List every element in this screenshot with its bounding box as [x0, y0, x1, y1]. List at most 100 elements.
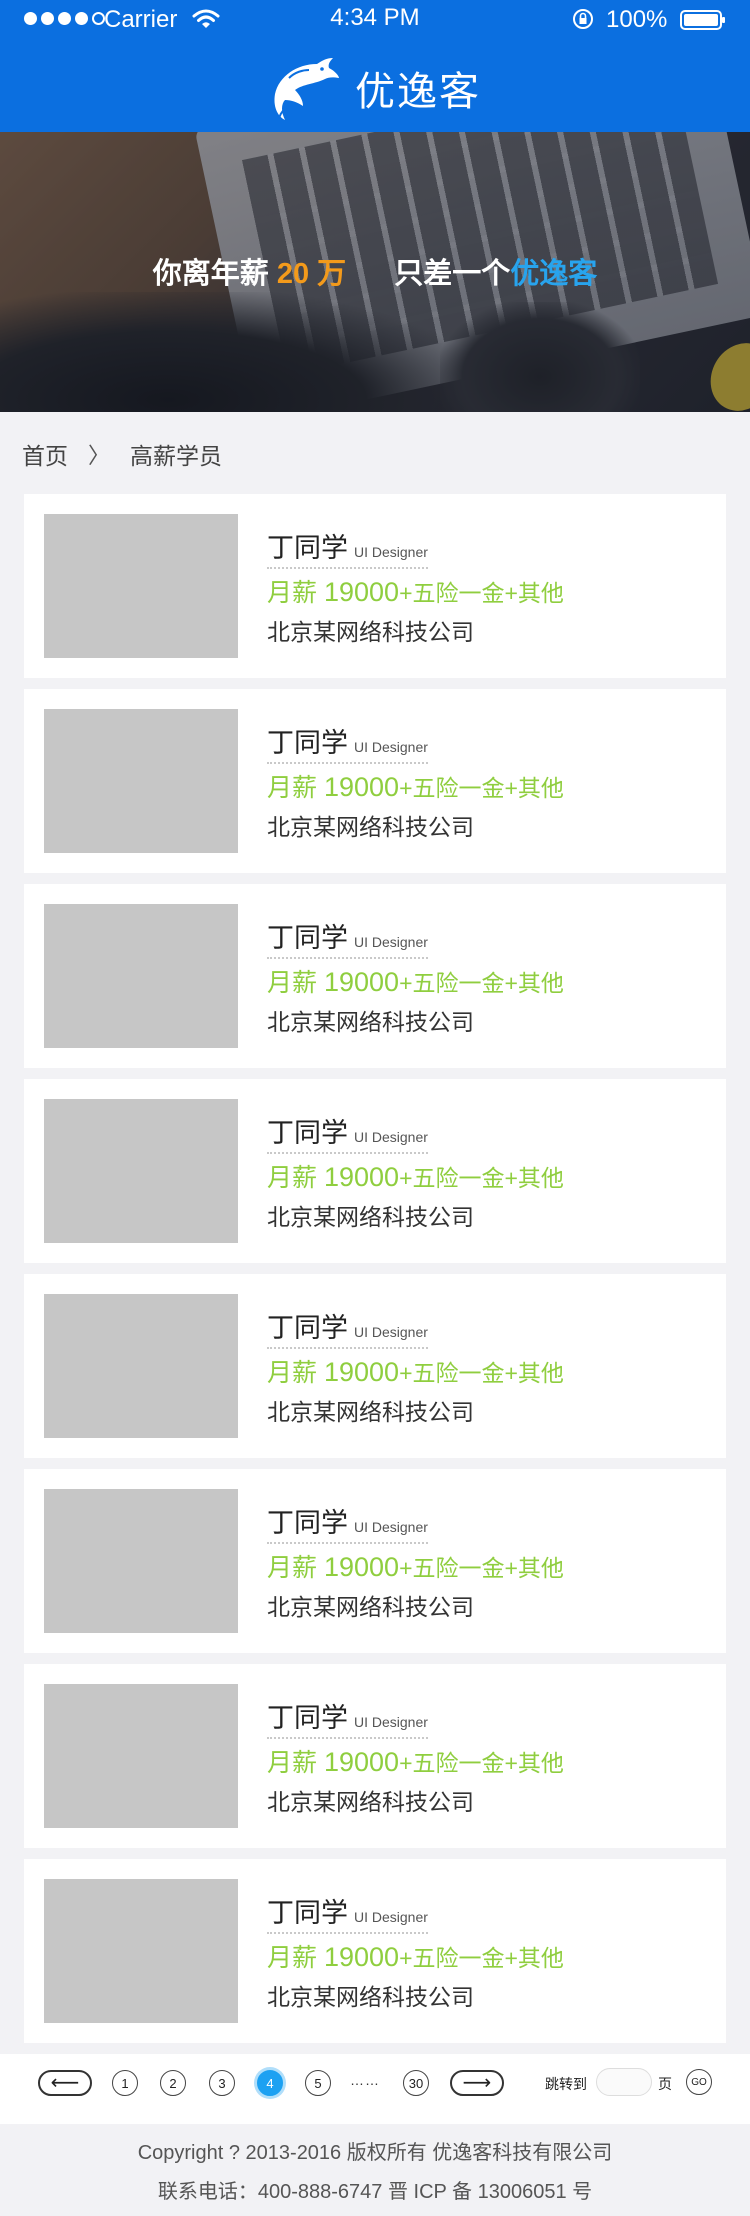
- student-name-row: 丁同学 UI Designer: [267, 721, 428, 764]
- brand-name: 优逸客: [355, 70, 481, 114]
- pagination-ellipsis: ……: [350, 2072, 380, 2088]
- salary-label: 月薪: [267, 1164, 318, 1192]
- student-name-row: 丁同学 UI Designer: [267, 1891, 428, 1934]
- student-role: UI Designer: [354, 1129, 428, 1145]
- student-company: 北京某网络科技公司: [267, 619, 474, 645]
- student-name: 丁同学: [267, 1313, 348, 1343]
- student-name-row: 丁同学 UI Designer: [267, 1696, 428, 1739]
- page-5-button[interactable]: 5: [305, 2070, 331, 2096]
- student-name: 丁同学: [267, 1508, 348, 1538]
- salary-label: 月薪: [267, 969, 318, 997]
- student-card[interactable]: 丁同学 UI Designer 月薪 19000+五险一金+其他 北京某网络科技公…: [24, 689, 726, 873]
- student-card[interactable]: 丁同学 UI Designer 月薪 19000+五险一金+其他 北京某网络科技公…: [24, 1859, 726, 2043]
- app-header: Carrier 4:34 PM 100% 优逸客: [0, 0, 750, 132]
- salary-label: 月薪: [267, 1554, 318, 1582]
- student-role: UI Designer: [354, 1324, 428, 1340]
- student-role: UI Designer: [354, 544, 428, 560]
- dolphin-logo-icon: [274, 58, 339, 120]
- student-salary: 月薪 19000+五险一金+其他: [267, 1548, 564, 1584]
- page-1-button[interactable]: 1: [112, 2070, 138, 2096]
- student-name-row: 丁同学 UI Designer: [267, 1501, 428, 1544]
- page-3-button[interactable]: 3: [209, 2070, 235, 2096]
- salary-amount: 19000: [323, 1552, 400, 1582]
- salary-amount: 19000: [323, 772, 400, 802]
- student-role: UI Designer: [354, 1714, 428, 1730]
- student-name: 丁同学: [267, 1118, 348, 1148]
- salary-amount: 19000: [323, 1942, 400, 1972]
- salary-amount: 19000: [323, 1357, 400, 1387]
- student-name: 丁同学: [267, 923, 348, 953]
- student-company: 北京某网络科技公司: [267, 1009, 474, 1035]
- student-company: 北京某网络科技公司: [267, 1594, 474, 1620]
- next-page-button[interactable]: ⟶: [450, 2070, 504, 2096]
- banner-text-prefix: 你离年薪: [152, 258, 269, 290]
- go-button[interactable]: GO: [686, 2069, 712, 2095]
- student-card[interactable]: 丁同学 UI Designer 月薪 19000+五险一金+其他 北京某网络科技公…: [24, 494, 726, 678]
- page-2-button[interactable]: 2: [160, 2070, 186, 2096]
- student-salary: 月薪 19000+五险一金+其他: [267, 1353, 564, 1389]
- banner-text-mid: 只差一个: [394, 258, 511, 290]
- student-role: UI Designer: [354, 1909, 428, 1925]
- page-4-button[interactable]: 4: [257, 2070, 283, 2096]
- student-name-row: 丁同学 UI Designer: [267, 1306, 428, 1349]
- salary-label: 月薪: [267, 1359, 318, 1387]
- student-photo: [44, 514, 238, 658]
- student-name: 丁同学: [267, 1898, 348, 1928]
- prev-page-button[interactable]: ⟵: [38, 2070, 92, 2096]
- jump-to-label: 跳转到: [545, 2076, 587, 2092]
- rotation-lock-icon: [573, 9, 593, 29]
- promo-banner: 你离年薪 20 万 只差一个优逸客: [0, 132, 750, 412]
- student-salary: 月薪 19000+五险一金+其他: [267, 1938, 564, 1974]
- breadcrumb-home-link[interactable]: 首页: [22, 437, 68, 471]
- page-last-button[interactable]: 30: [403, 2070, 429, 2096]
- student-role: UI Designer: [354, 1519, 428, 1535]
- student-company: 北京某网络科技公司: [267, 1399, 474, 1425]
- salary-label: 月薪: [267, 1749, 318, 1777]
- student-name: 丁同学: [267, 1703, 348, 1733]
- student-card[interactable]: 丁同学 UI Designer 月薪 19000+五险一金+其他 北京某网络科技公…: [24, 1664, 726, 1848]
- battery-icon: [680, 10, 725, 30]
- student-info: 丁同学 UI Designer 月薪 19000+五险一金+其他 北京某网络科技公…: [267, 1111, 564, 1232]
- pagination: ⟵ 1 2 3 4 5 …… 30 ⟶ 跳转到 页 GO: [0, 2054, 750, 2124]
- student-company: 北京某网络科技公司: [267, 1204, 474, 1230]
- salary-amount: 19000: [323, 577, 400, 607]
- salary-amount: 19000: [323, 1747, 400, 1777]
- student-company: 北京某网络科技公司: [267, 1789, 474, 1815]
- student-role: UI Designer: [354, 934, 428, 950]
- salary-benefits: +五险一金+其他: [399, 970, 564, 996]
- student-card[interactable]: 丁同学 UI Designer 月薪 19000+五险一金+其他 北京某网络科技公…: [24, 1079, 726, 1263]
- banner-slogan: 你离年薪 20 万 只差一个优逸客: [0, 250, 750, 292]
- student-info: 丁同学 UI Designer 月薪 19000+五险一金+其他 北京某网络科技公…: [267, 1891, 564, 2012]
- student-info: 丁同学 UI Designer 月薪 19000+五险一金+其他 北京某网络科技公…: [267, 1696, 564, 1817]
- student-photo: [44, 1294, 238, 1438]
- banner-brand: 优逸客: [510, 258, 598, 290]
- status-bar: Carrier 4:34 PM 100%: [0, 0, 750, 40]
- student-role: UI Designer: [354, 739, 428, 755]
- student-photo: [44, 904, 238, 1048]
- footer: Copyright ? 2013-2016 版权所有 优逸客科技有限公司 联系电…: [0, 2124, 750, 2216]
- salary-benefits: +五险一金+其他: [399, 1945, 564, 1971]
- salary-benefits: +五险一金+其他: [399, 1360, 564, 1386]
- student-name-row: 丁同学 UI Designer: [267, 1111, 428, 1154]
- salary-amount: 19000: [323, 1162, 400, 1192]
- jump-page-input[interactable]: [596, 2068, 652, 2096]
- student-photo: [44, 1489, 238, 1633]
- student-card[interactable]: 丁同学 UI Designer 月薪 19000+五险一金+其他 北京某网络科技公…: [24, 1274, 726, 1458]
- student-info: 丁同学 UI Designer 月薪 19000+五险一金+其他 北京某网络科技公…: [267, 526, 564, 647]
- salary-benefits: +五险一金+其他: [399, 775, 564, 801]
- student-card[interactable]: 丁同学 UI Designer 月薪 19000+五险一金+其他 北京某网络科技公…: [24, 884, 726, 1068]
- student-name: 丁同学: [267, 728, 348, 758]
- breadcrumb-separator-icon: 〉: [88, 443, 111, 468]
- student-card[interactable]: 丁同学 UI Designer 月薪 19000+五险一金+其他 北京某网络科技公…: [24, 1469, 726, 1653]
- salary-amount: 19000: [323, 967, 400, 997]
- salary-label: 月薪: [267, 774, 318, 802]
- student-salary: 月薪 19000+五险一金+其他: [267, 1743, 564, 1779]
- battery-percentage: 100%: [606, 6, 668, 33]
- page-unit-label: 页: [658, 2076, 672, 2092]
- student-name-row: 丁同学 UI Designer: [267, 916, 428, 959]
- student-salary: 月薪 19000+五险一金+其他: [267, 1158, 564, 1194]
- student-salary: 月薪 19000+五险一金+其他: [267, 963, 564, 999]
- breadcrumb: 首页 〉 高薪学员: [22, 436, 222, 472]
- salary-benefits: +五险一金+其他: [399, 1165, 564, 1191]
- banner-salary: 20 万: [276, 258, 347, 290]
